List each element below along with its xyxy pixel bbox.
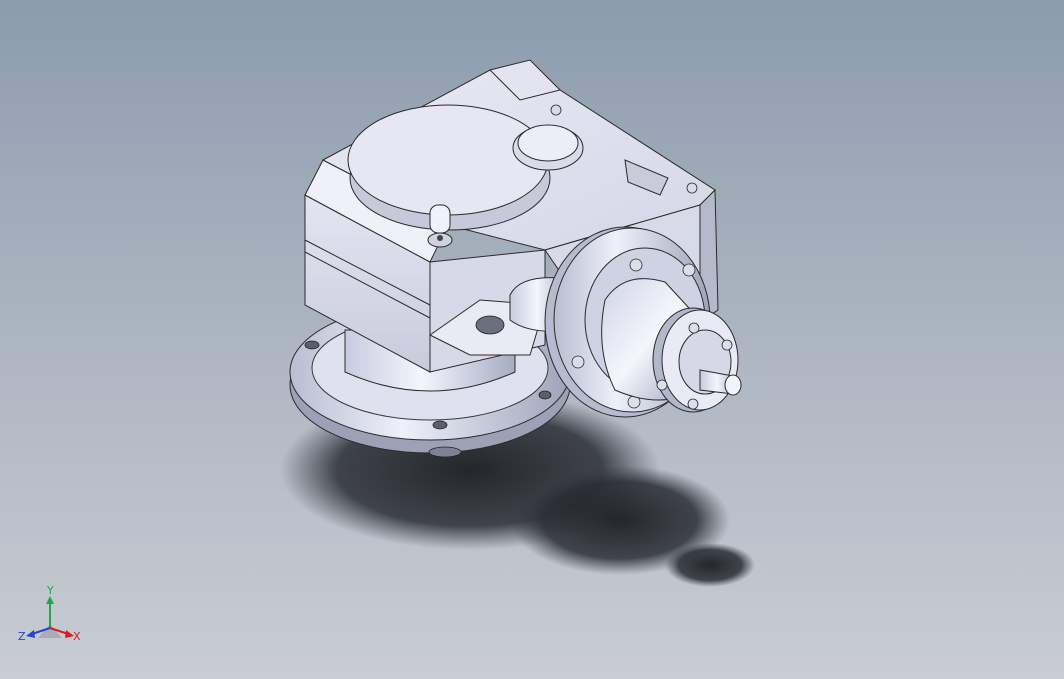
x-axis-label: X <box>73 630 81 643</box>
output-flange <box>652 307 742 413</box>
y-axis-label: Y <box>46 584 54 597</box>
y-axis-icon <box>46 596 54 628</box>
coordinate-triad: Y X Z <box>18 584 81 643</box>
gearbox-model[interactable] <box>0 0 1064 679</box>
graphics-viewport[interactable]: Y X Z <box>0 0 1064 679</box>
z-axis-label: Z <box>18 630 26 643</box>
